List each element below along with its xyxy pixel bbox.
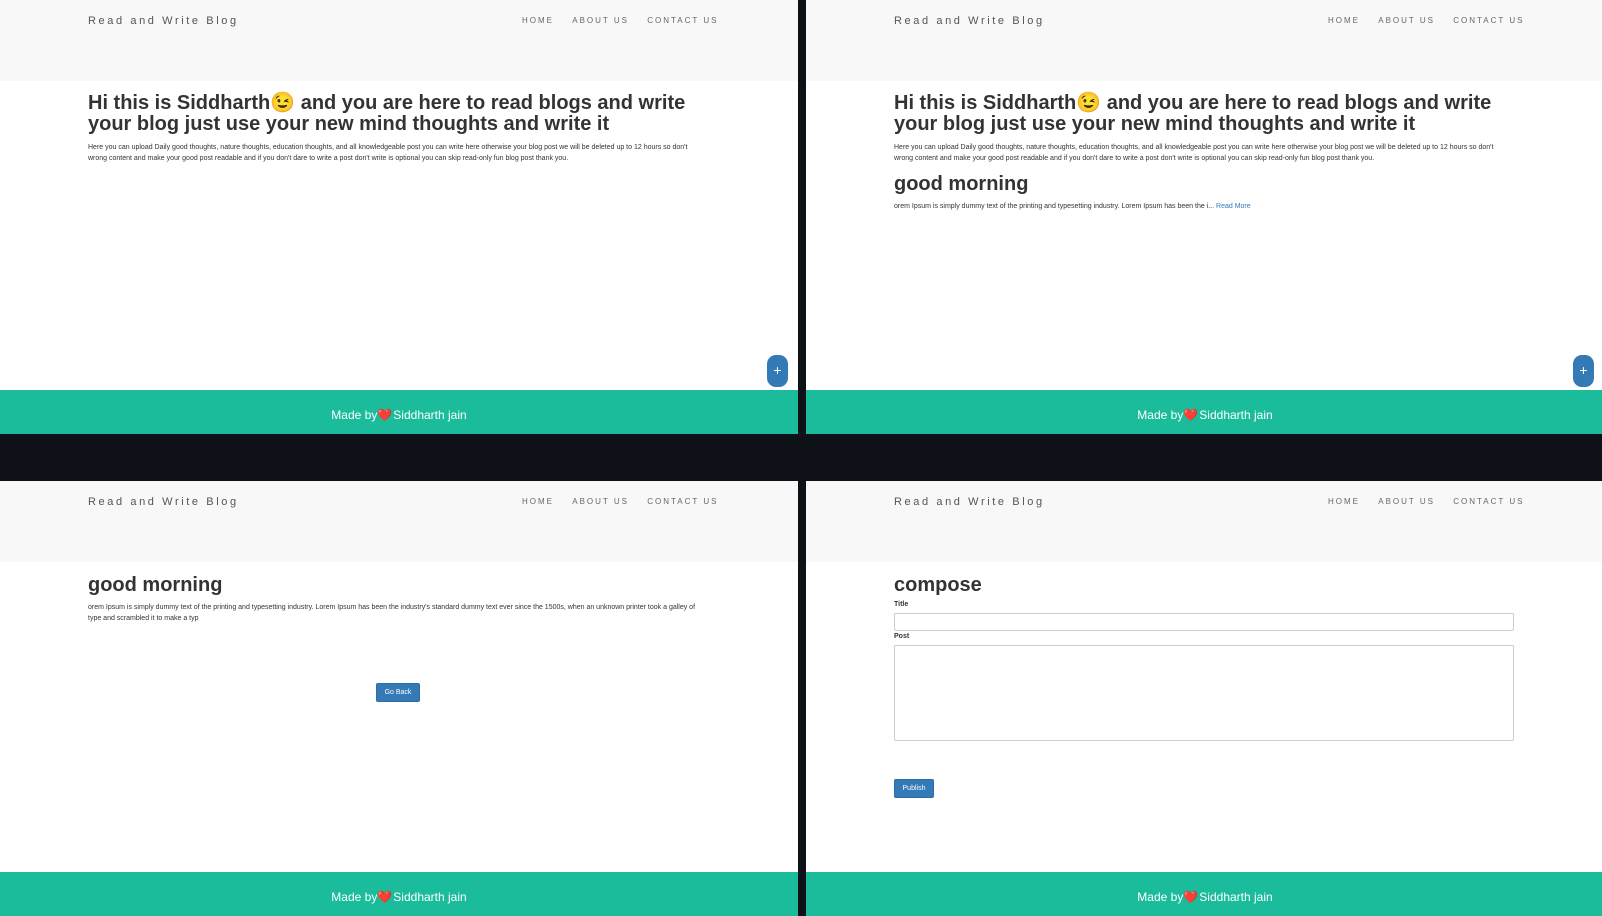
title-label: Title: [894, 601, 909, 608]
title-input[interactable]: [894, 613, 1514, 631]
compose-fab-button[interactable]: +: [1573, 355, 1594, 387]
footer-made-by: Made by: [1137, 408, 1184, 422]
heart-icon: ❤️: [377, 890, 393, 904]
post-textarea[interactable]: [894, 645, 1514, 741]
nav-contact[interactable]: CONTACT US: [1453, 497, 1524, 506]
footer: Made by❤️ Siddharth jain: [806, 390, 1602, 434]
heart-icon: ❤️: [1183, 408, 1199, 422]
footer-made-by: Made by: [331, 408, 378, 422]
footer-author: Siddharth jain: [393, 890, 467, 904]
nav-about[interactable]: ABOUT US: [572, 16, 629, 25]
brand-link[interactable]: Read and Write Blog: [894, 496, 1045, 508]
footer-author: Siddharth jain: [1199, 890, 1273, 904]
home-with-post-panel: Read and Write Blog HOME ABOUT US CONTAC…: [806, 0, 1602, 434]
plus-icon: +: [1579, 362, 1588, 378]
plus-icon: +: [773, 362, 782, 378]
footer-made-by: Made by: [1137, 890, 1184, 904]
navbar: Read and Write Blog HOME ABOUT US CONTAC…: [0, 481, 798, 562]
nav-contact[interactable]: CONTACT US: [1453, 16, 1524, 25]
nav-home[interactable]: HOME: [1328, 16, 1360, 25]
screenshot-grid: Read and Write Blog HOME ABOUT US CONTAC…: [0, 0, 1602, 916]
go-back-button[interactable]: Go Back: [376, 683, 420, 702]
post-excerpt: orem Ipsum is simply dummy text of the p…: [894, 201, 1514, 212]
home-intro: Here you can upload Daily good thoughts,…: [894, 144, 1494, 162]
footer: Made by❤️ Siddharth jain: [806, 872, 1602, 916]
nav-about[interactable]: ABOUT US: [1378, 497, 1435, 506]
nav-contact[interactable]: CONTACT US: [647, 16, 718, 25]
compose-fab-button[interactable]: +: [767, 355, 788, 387]
home-heading: Hi this is Siddharth😉 and you are here t…: [88, 92, 686, 135]
brand-link[interactable]: Read and Write Blog: [894, 15, 1045, 27]
post-detail-panel: Read and Write Blog HOME ABOUT US CONTAC…: [0, 481, 798, 916]
footer-author: Siddharth jain: [393, 408, 467, 422]
publish-button[interactable]: Publish: [894, 779, 934, 798]
home-intro: Here you can upload Daily good thoughts,…: [88, 144, 688, 162]
brand-link[interactable]: Read and Write Blog: [88, 15, 239, 27]
nav-contact[interactable]: CONTACT US: [647, 497, 718, 506]
nav-home[interactable]: HOME: [522, 497, 554, 506]
post-title: good morning: [894, 173, 1029, 195]
post-full-text: orem Ipsum is simply dummy text of the p…: [88, 604, 696, 622]
nav-menu: HOME ABOUT US CONTACT US: [522, 497, 732, 506]
nav-home[interactable]: HOME: [1328, 497, 1360, 506]
post-title: good morning: [88, 574, 223, 596]
nav-home[interactable]: HOME: [522, 16, 554, 25]
footer: Made by❤️ Siddharth jain: [0, 390, 798, 434]
home-page-panel: Read and Write Blog HOME ABOUT US CONTAC…: [0, 0, 798, 434]
post-label: Post: [894, 633, 910, 640]
footer: Made by❤️ Siddharth jain: [0, 872, 798, 916]
footer-author: Siddharth jain: [1199, 408, 1273, 422]
navbar: Read and Write Blog HOME ABOUT US CONTAC…: [806, 0, 1602, 81]
nav-menu: HOME ABOUT US CONTACT US: [522, 16, 732, 25]
navbar: Read and Write Blog HOME ABOUT US CONTAC…: [806, 481, 1602, 562]
footer-made-by: Made by: [331, 890, 378, 904]
heart-icon: ❤️: [377, 408, 393, 422]
read-more-link[interactable]: Read More: [1216, 203, 1251, 210]
nav-menu: HOME ABOUT US CONTACT US: [1328, 497, 1538, 506]
brand-link[interactable]: Read and Write Blog: [88, 496, 239, 508]
compose-panel: Read and Write Blog HOME ABOUT US CONTAC…: [806, 481, 1602, 916]
nav-about[interactable]: ABOUT US: [572, 497, 629, 506]
post-excerpt-text: orem Ipsum is simply dummy text of the p…: [894, 203, 1215, 210]
navbar: Read and Write Blog HOME ABOUT US CONTAC…: [0, 0, 798, 81]
compose-heading: compose: [894, 574, 982, 596]
heart-icon: ❤️: [1183, 890, 1199, 904]
nav-menu: HOME ABOUT US CONTACT US: [1328, 16, 1538, 25]
nav-about[interactable]: ABOUT US: [1378, 16, 1435, 25]
home-heading: Hi this is Siddharth😉 and you are here t…: [894, 92, 1492, 135]
